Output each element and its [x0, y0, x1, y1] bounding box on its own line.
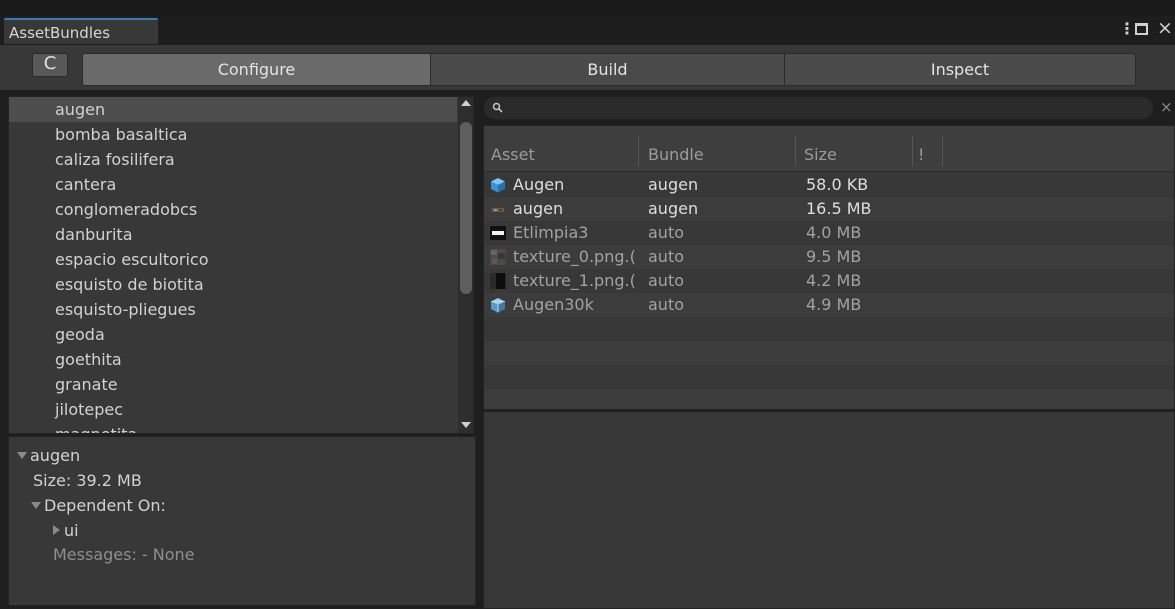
- column-header-bundle[interactable]: Bundle: [648, 144, 704, 166]
- window-tab-bar: AssetBundles: [0, 16, 1175, 44]
- bundle-list-item[interactable]: geoda: [9, 322, 457, 347]
- table-row[interactable]: texture_0.png.( auto 9.5 MB: [484, 245, 1174, 269]
- tab-inspect[interactable]: Inspect: [785, 53, 1136, 86]
- dependency-name: ui: [64, 521, 79, 540]
- bundle-list-item[interactable]: danburita: [9, 222, 457, 247]
- refresh-button[interactable]: C: [32, 53, 68, 77]
- column-divider[interactable]: [942, 136, 943, 166]
- table-row[interactable]: Augen augen 58.0 KB: [484, 173, 1174, 197]
- bundle-list-item[interactable]: esquisto de biotita: [9, 272, 457, 297]
- search-icon: [492, 102, 503, 113]
- bundle-list-item[interactable]: bomba basaltica: [9, 122, 457, 147]
- asset-name-cell: Augen: [489, 173, 636, 197]
- bundle-cell: augen: [648, 175, 699, 194]
- asset-name: augen: [513, 199, 564, 218]
- bundle-details-panel: augen Size: 39.2 MB Dependent On: ui Mes…: [8, 436, 476, 606]
- column-header-asset[interactable]: Asset: [491, 144, 535, 166]
- asset-detail-panel: [483, 411, 1175, 609]
- window-tab-assetbundles[interactable]: AssetBundles: [4, 18, 158, 44]
- scroll-up-icon[interactable]: [461, 100, 471, 106]
- empty-row: [484, 389, 1174, 409]
- column-header-size[interactable]: Size: [804, 144, 837, 166]
- table-row[interactable]: Etlimpia3 auto 4.0 MB: [484, 221, 1174, 245]
- dependency-item[interactable]: ui: [53, 521, 79, 541]
- column-divider[interactable]: [912, 136, 913, 166]
- column-divider[interactable]: [795, 136, 796, 166]
- size-cell: 58.0 KB: [806, 175, 869, 194]
- size-cell: 4.0 MB: [806, 223, 862, 242]
- prefab-icon: [491, 178, 505, 193]
- toolbar: C Configure Build Inspect: [0, 45, 1175, 90]
- collapsed-triangle-icon[interactable]: [53, 525, 60, 535]
- window-top-strip: [0, 0, 1175, 16]
- table-row[interactable]: texture_1.png.( auto 4.2 MB: [484, 269, 1174, 293]
- bundle-list-item[interactable]: conglomeradobcs: [9, 197, 457, 222]
- empty-row: [484, 317, 1174, 341]
- column-header-warnings[interactable]: !: [918, 144, 924, 166]
- asset-name-cell: texture_0.png.(: [489, 245, 636, 269]
- size-cell: 9.5 MB: [806, 247, 862, 266]
- bundle-cell: auto: [648, 295, 685, 314]
- asset-name: Augen30k: [513, 295, 594, 314]
- table-row[interactable]: augen augen 16.5 MB: [484, 197, 1174, 221]
- size-cell: 16.5 MB: [806, 199, 872, 218]
- more-options-icon[interactable]: ⋮: [1119, 19, 1135, 38]
- mesh-icon: [491, 298, 505, 313]
- bundle-list-item[interactable]: granate: [9, 372, 457, 397]
- asset-table: Asset Bundle Size ! Augen augen 58.0 KB: [483, 125, 1175, 410]
- asset-name: Augen: [513, 175, 565, 194]
- scrollbar-thumb[interactable]: [460, 122, 472, 294]
- asset-name: Etlimpia3: [513, 223, 589, 242]
- details-dependent-on[interactable]: Dependent On:: [31, 496, 166, 516]
- texture-icon: [490, 273, 506, 289]
- bundle-list-item[interactable]: cantera: [9, 172, 457, 197]
- bundle-cell: auto: [648, 247, 685, 266]
- clear-search-icon[interactable]: ×: [1160, 98, 1173, 116]
- size-cell: 4.2 MB: [806, 271, 862, 290]
- asset-name-cell: Etlimpia3: [489, 221, 636, 245]
- column-divider[interactable]: [638, 136, 639, 166]
- bundle-list-item[interactable]: espacio escultorico: [9, 247, 457, 272]
- bundle-list-item[interactable]: jilotepec: [9, 397, 457, 422]
- expand-triangle-icon[interactable]: [31, 502, 41, 509]
- asset-name-cell: augen: [489, 197, 636, 221]
- tab-build[interactable]: Build: [431, 53, 785, 86]
- details-bundle-header[interactable]: augen: [17, 446, 80, 466]
- close-icon[interactable]: ×: [1157, 17, 1173, 39]
- list-scrollbar[interactable]: [458, 97, 473, 433]
- table-row[interactable]: Augen30k auto 4.9 MB: [484, 293, 1174, 317]
- details-size: Size: 39.2 MB: [33, 471, 142, 490]
- bundle-list-item[interactable]: caliza fosilifera: [9, 147, 457, 172]
- details-bundle-name: augen: [30, 446, 81, 465]
- texture-icon: [492, 208, 504, 212]
- bundle-list-item[interactable]: augen: [9, 97, 457, 122]
- asset-name-cell: Augen30k: [489, 293, 636, 317]
- empty-row: [484, 365, 1174, 389]
- texture-icon: [490, 249, 506, 265]
- maximize-icon[interactable]: [1135, 23, 1148, 35]
- bundle-list-item[interactable]: magnetita: [9, 422, 457, 433]
- tab-configure[interactable]: Configure: [82, 53, 431, 86]
- search-input[interactable]: [483, 96, 1154, 120]
- expand-triangle-icon[interactable]: [17, 452, 27, 459]
- bundle-list: augen bomba basaltica caliza fosilifera …: [8, 96, 474, 434]
- bundle-cell: auto: [648, 223, 685, 242]
- image-icon: [490, 226, 506, 240]
- asset-name: texture_1.png.(: [513, 271, 636, 290]
- bundle-cell: auto: [648, 271, 685, 290]
- bundle-list-item[interactable]: goethita: [9, 347, 457, 372]
- details-messages: Messages: - None: [53, 545, 195, 564]
- empty-row: [484, 341, 1174, 365]
- table-header: Asset Bundle Size !: [484, 126, 1174, 172]
- asset-name: texture_0.png.(: [513, 247, 636, 266]
- size-cell: 4.9 MB: [806, 295, 862, 314]
- scroll-down-icon[interactable]: [461, 422, 471, 428]
- asset-name-cell: texture_1.png.(: [489, 269, 636, 293]
- dependent-on-label: Dependent On:: [44, 496, 166, 515]
- bundle-cell: augen: [648, 199, 699, 218]
- bundle-list-item[interactable]: esquisto-pliegues: [9, 297, 457, 322]
